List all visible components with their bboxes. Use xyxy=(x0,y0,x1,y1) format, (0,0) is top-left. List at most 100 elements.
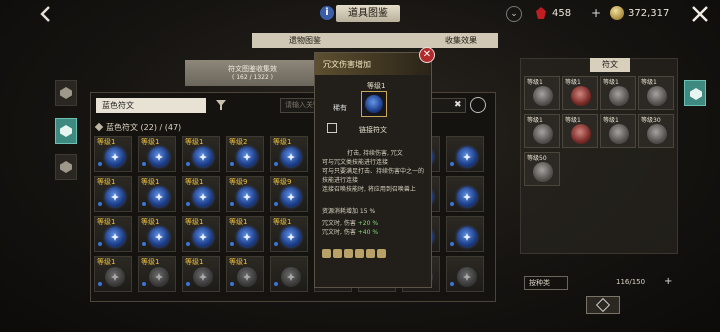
rune-grid-slot[interactable]: 等级1 xyxy=(138,176,176,212)
rune-grid-slot[interactable]: 等级1 xyxy=(94,216,132,252)
rune-grid-slot[interactable]: 等级1 xyxy=(270,136,308,172)
rune-toggle-icon xyxy=(690,88,702,100)
top-bar: i 道具图鉴 ⌄ 458 + 372,317 xyxy=(0,0,720,30)
tooltip-title: 冗文伤害增加 xyxy=(323,60,371,69)
expand-bag-button[interactable]: + xyxy=(664,276,672,287)
equipped-rune-slot[interactable]: 等级1 xyxy=(562,114,598,148)
gold-coin-icon xyxy=(610,6,624,20)
filter-icon[interactable] xyxy=(216,100,226,110)
equipped-rune-slot[interactable]: 等级30 xyxy=(638,114,674,148)
rune-grid-slot[interactable]: 等级9 xyxy=(270,176,308,212)
rarity-pip-icon xyxy=(186,162,190,166)
category-relic-button[interactable] xyxy=(55,154,77,180)
blue-rune-icon xyxy=(149,187,169,207)
equipped-rune-slot[interactable]: 等级1 xyxy=(524,114,560,148)
locked-rune-icon xyxy=(457,267,477,287)
rune-level-label: 等级30 xyxy=(641,117,661,124)
equipped-rune-icon xyxy=(533,162,553,182)
equipped-rune-slot[interactable]: 等级1 xyxy=(638,76,674,110)
tab-bar: 遗物图鉴 收集效果 xyxy=(252,33,498,48)
stat2-label: 冗文时, 伤害 xyxy=(322,229,356,236)
rune-grid-slot[interactable]: 等级1 xyxy=(94,176,132,212)
equipped-rune-slot[interactable]: 等级50 xyxy=(524,152,560,186)
rune-grid-slot[interactable]: 等级2 xyxy=(226,136,264,172)
rune-level-label: 等级1 xyxy=(141,138,160,146)
rarity-pip-icon xyxy=(450,202,454,206)
share-icon[interactable] xyxy=(327,123,337,133)
rune-grid-slot[interactable]: 等级1 xyxy=(138,136,176,172)
title-group: i 道具图鉴 xyxy=(320,5,400,22)
rune-level-label: 等级1 xyxy=(97,258,116,266)
rune-level-label: 等级9 xyxy=(273,178,292,186)
collapse-button[interactable]: ⌄ xyxy=(506,6,522,22)
tooltip-stats: 冗文时, 伤害 +20 % 冗文时, 伤害 +40 % xyxy=(322,219,378,237)
rune-grid-slot[interactable]: 等级9 xyxy=(226,176,264,212)
equipped-rune-slot[interactable]: 等级1 xyxy=(600,114,636,148)
equipped-rune-slot[interactable]: 等级1 xyxy=(600,76,636,110)
rune-grid-slot[interactable]: 等级1 xyxy=(182,136,220,172)
back-button[interactable] xyxy=(36,6,56,24)
rarity-pip-icon xyxy=(186,202,190,206)
rarity-pip-icon xyxy=(98,202,102,206)
tab-relic-collection[interactable]: 遗物图鉴 xyxy=(270,33,340,48)
rune-grid-slot[interactable]: 等级1 xyxy=(226,216,264,252)
equipped-rune-slot[interactable]: 等级1 xyxy=(524,76,560,110)
rune-grid-slot[interactable]: 等级1 xyxy=(182,176,220,212)
rune-grid-slot[interactable] xyxy=(446,256,484,292)
tooltip-rune-icon xyxy=(361,91,387,117)
close-button[interactable] xyxy=(690,4,712,26)
rune-grid-slot[interactable]: 等级1 xyxy=(94,256,132,292)
stat1-value: +20 % xyxy=(357,220,379,227)
category-rune-button[interactable] xyxy=(55,118,77,144)
tag-icon xyxy=(366,249,375,258)
rune-grid-slot[interactable] xyxy=(446,136,484,172)
cube-icon xyxy=(595,297,611,313)
tag-icon xyxy=(377,249,386,258)
tooltip-close-button[interactable]: ✕ xyxy=(419,47,435,63)
rune-grid-slot[interactable]: 等级1 xyxy=(182,256,220,292)
rune-grid-slot[interactable] xyxy=(270,256,308,292)
equipped-rune-icon xyxy=(609,86,629,106)
rune-level-label: 等级1 xyxy=(273,138,292,146)
equipped-rune-slot[interactable]: 等级1 xyxy=(562,76,598,110)
stat1-label: 冗文时, 伤害 xyxy=(322,220,356,227)
rune-grid-slot[interactable] xyxy=(446,216,484,252)
locked-rune-icon xyxy=(149,267,169,287)
rune-grid-slot[interactable]: 等级1 xyxy=(270,216,308,252)
sort-select[interactable]: 按种类 xyxy=(524,276,568,290)
section-header: 蓝色符文 (22) / (47) xyxy=(94,122,181,133)
rune-level-label: 等级1 xyxy=(141,178,160,186)
search-icon[interactable] xyxy=(470,97,486,113)
rune-grid-slot[interactable] xyxy=(446,176,484,212)
rarity-filter-select[interactable]: 蓝色符文 xyxy=(96,98,206,113)
rune-grid-slot[interactable]: 等级1 xyxy=(226,256,264,292)
category-gear-button[interactable] xyxy=(55,80,77,106)
blue-rune-icon xyxy=(237,227,257,247)
tooltip-desc-line3: 连接召唤技能时, 将应用到召唤兽上 xyxy=(322,186,416,193)
rune-level-label: 等级1 xyxy=(185,218,204,226)
rarity-pip-icon xyxy=(230,162,234,166)
rune-grid-slot[interactable]: 等级1 xyxy=(138,256,176,292)
rune-level-label: 等级1 xyxy=(97,178,116,186)
tag-icon xyxy=(322,249,331,258)
rune-panel-toggle-button[interactable] xyxy=(684,80,706,106)
rarity-pip-icon xyxy=(230,202,234,206)
rune-grid-slot[interactable]: 等级1 xyxy=(138,216,176,252)
clear-search-icon[interactable]: ✖ xyxy=(454,100,462,110)
equipped-rune-icon xyxy=(571,86,591,106)
tooltip-link-rune[interactable]: 链接符文 xyxy=(359,125,387,135)
rune-grid-slot[interactable]: 等级1 xyxy=(94,136,132,172)
rarity-pip-icon xyxy=(274,202,278,206)
close-icon xyxy=(692,6,708,22)
blue-rune-icon xyxy=(105,147,125,167)
bottom-action-button[interactable] xyxy=(586,296,620,314)
rune-level-label: 等级1 xyxy=(229,258,248,266)
info-icon[interactable]: i xyxy=(320,6,334,20)
locked-rune-icon xyxy=(193,267,213,287)
add-currency-button[interactable]: + xyxy=(591,6,601,20)
rune-grid-slot[interactable]: 等级1 xyxy=(182,216,220,252)
tab-collection-effect[interactable]: 收集效果 xyxy=(430,33,492,48)
rarity-pip-icon xyxy=(142,162,146,166)
blue-rune-icon xyxy=(457,147,477,167)
rarity-pip-icon xyxy=(186,242,190,246)
